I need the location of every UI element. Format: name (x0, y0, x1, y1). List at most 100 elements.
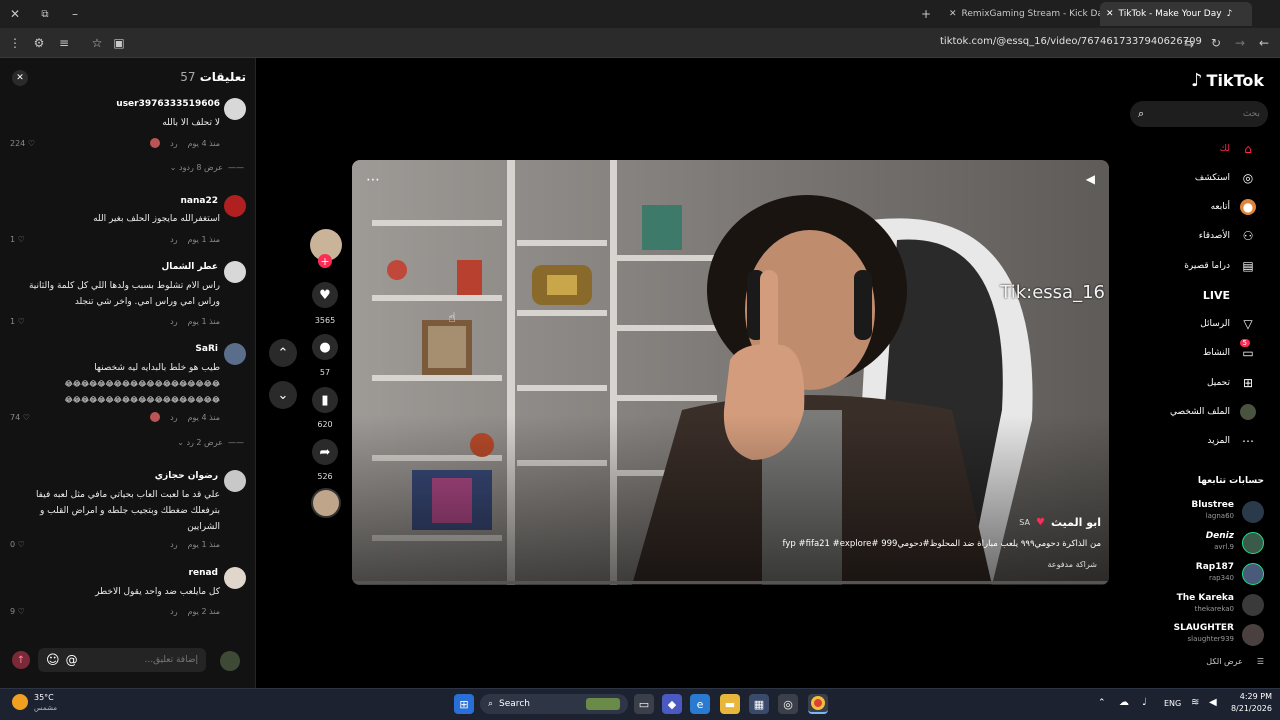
reply-button[interactable]: رد (170, 235, 177, 244)
comment-button[interactable]: ● (312, 334, 338, 360)
next-video-button[interactable]: ⌄ (269, 381, 297, 409)
comment-username[interactable]: رضوان حجازي (110, 471, 218, 481)
cloud-icon[interactable]: ☁ (1119, 697, 1129, 708)
search-icon[interactable]: ⌕ (1138, 107, 1144, 121)
comment-username[interactable]: user3976333519606 (110, 99, 220, 109)
video-author-row[interactable]: ابو الميث ♥ SA (1019, 516, 1101, 529)
show-hidden-icons-icon[interactable]: ⌃ (1098, 698, 1106, 708)
clock-time[interactable]: 4:29 PM (1228, 692, 1272, 701)
nav-following[interactable]: ● أتابعه (1211, 196, 1256, 218)
following-account[interactable]: Rap187 rap340 (1144, 561, 1264, 589)
follow-plus-icon[interactable]: + (318, 254, 332, 268)
nav-friends[interactable]: ⚇ الأصدقاء (1199, 225, 1256, 247)
comment-username[interactable]: renad (110, 568, 218, 578)
tiktok-logo[interactable]: ♪ TikTok (1191, 70, 1264, 91)
save-button[interactable]: ▮ (312, 387, 338, 413)
volume-icon[interactable]: ◀︎ (1086, 172, 1095, 186)
mention-icon[interactable]: @ (66, 653, 78, 667)
close-tab-icon[interactable]: ✕ (1106, 9, 1114, 19)
nav-drama[interactable]: ▤ دراما قصيرة (1184, 255, 1256, 277)
chrome-icon[interactable] (808, 694, 828, 714)
close-comments-icon[interactable]: ✕ (12, 70, 28, 86)
nav-activity[interactable]: ▭ 5 النشاط (1203, 339, 1256, 364)
post-comment-button[interactable]: ↑ (12, 651, 30, 669)
avatar[interactable] (224, 343, 246, 365)
like-button[interactable]: ♥ (312, 282, 338, 308)
nav-explore[interactable]: ◎ استكشف (1195, 167, 1256, 189)
forward-icon[interactable]: → (1232, 35, 1248, 51)
comment-username[interactable]: عطر الشمال (110, 262, 219, 272)
previous-video-button[interactable]: ⌃ (269, 339, 297, 367)
wifi-icon[interactable]: ≋ (1191, 697, 1199, 708)
store-icon[interactable]: ▦ (749, 694, 769, 714)
extensions-icon[interactable]: ▣ (111, 35, 127, 51)
reply-button[interactable]: رد (170, 540, 177, 549)
following-account[interactable]: The Kareka thekareka0 (1144, 592, 1264, 620)
minimize-icon[interactable]: – (67, 6, 83, 22)
comment-input[interactable] (83, 655, 198, 665)
volume-icon[interactable]: ◀ (1209, 697, 1217, 708)
comment-input-box[interactable]: ☺ @ (38, 648, 206, 672)
video-player[interactable]: ⋯ ◀︎ Tik:essa_16 ابو الميث ♥ SA من الذاك… (352, 160, 1109, 585)
video-author-name[interactable]: ابو الميث (1051, 516, 1101, 529)
my-avatar[interactable] (220, 651, 240, 671)
favorite-star-icon[interactable]: ☆ (89, 35, 105, 51)
url-text[interactable]: tiktok.com/@essq_16/video/76746173379406… (940, 36, 1202, 47)
nav-for-you[interactable]: ⌂ لك (1220, 138, 1256, 160)
search-box[interactable]: ⌕ (1130, 101, 1268, 127)
sun-weather-icon[interactable] (12, 694, 28, 710)
nav-messages[interactable]: ▽ الرسائل (1200, 313, 1256, 335)
share-button[interactable]: ➦ (312, 439, 338, 465)
avatar[interactable] (224, 195, 246, 217)
comment-username[interactable]: SaRi (110, 344, 218, 354)
weather-temp[interactable]: 35°C (34, 693, 54, 702)
video-progress-bar[interactable] (352, 581, 1109, 584)
see-all-following-button[interactable]: ☰ عرض الكل (1206, 657, 1264, 666)
tab-tiktok[interactable]: ✕ TikTok - Make Your Day ♪ (1100, 2, 1252, 26)
video-more-options-icon[interactable]: ⋯ (366, 172, 380, 188)
settings-icon[interactable]: ⚙ (31, 35, 47, 51)
back-icon[interactable]: ← (1256, 35, 1272, 51)
site-info-icon[interactable]: ⇆ (1181, 35, 1197, 51)
comment-likes[interactable]: 1 ♡ (10, 317, 25, 326)
avatar[interactable] (224, 567, 246, 589)
tab-search-icon[interactable]: ⧉ (37, 6, 53, 22)
windows-start-icon[interactable]: ⊞ (454, 694, 474, 714)
following-account[interactable]: Blustree lagna60 (1144, 499, 1264, 527)
nav-more[interactable]: ⋯ المزيد (1207, 430, 1256, 452)
reply-button[interactable]: رد (170, 317, 177, 326)
tab-remixgaming[interactable]: ✕ RemixGaming Stream - Kick Da (943, 2, 1103, 26)
following-account[interactable]: Deniz avrl.9 (1144, 530, 1264, 558)
copilot-icon[interactable]: ◆ (662, 694, 682, 714)
reply-button[interactable]: رد (170, 607, 177, 616)
reply-button[interactable]: رد (170, 139, 177, 148)
comment-likes[interactable]: 224 ♡ (10, 139, 35, 148)
taskbar-search[interactable]: ⌕ Search (480, 694, 628, 714)
refresh-icon[interactable]: ↻ (1208, 35, 1224, 51)
music-disc-avatar[interactable] (311, 488, 341, 518)
edge-icon[interactable]: e (690, 694, 710, 714)
avatar[interactable] (224, 470, 246, 492)
nav-profile[interactable]: الملف الشخصي (1170, 401, 1256, 423)
comment-likes[interactable]: 9 ♡ (10, 607, 25, 616)
menu-dots-icon[interactable]: ⋮ (7, 35, 23, 51)
avatar[interactable] (224, 261, 246, 283)
read-aloud-icon[interactable]: ≡ (56, 35, 72, 51)
comment-likes[interactable]: 1 ♡ (10, 235, 25, 244)
comment-likes[interactable]: 0 ♡ (10, 540, 25, 549)
following-account[interactable]: SLAUGHTER slaughter939 (1144, 622, 1264, 650)
close-window-icon[interactable]: ✕ (7, 6, 23, 22)
input-language[interactable]: ENG (1164, 699, 1181, 708)
comment-likes[interactable]: 74 ♡ (10, 413, 30, 422)
new-tab-icon[interactable]: + (918, 6, 934, 22)
clock-date[interactable]: 8/21/2026 (1222, 704, 1272, 713)
emoji-icon[interactable]: ☺ (46, 653, 60, 668)
nav-live[interactable]: LIVE (1203, 284, 1256, 306)
microphone-icon[interactable]: ♩ (1142, 697, 1147, 708)
nav-upload[interactable]: ⊞ تحميل (1207, 372, 1256, 394)
search-input[interactable] (1150, 109, 1260, 119)
file-explorer-icon[interactable]: ▬ (720, 694, 740, 714)
view-replies-button[interactable]: —— عرض 2 رد ⌄ (134, 438, 244, 447)
comment-username[interactable]: nana22 (110, 196, 219, 206)
reply-button[interactable]: رد (170, 413, 177, 422)
